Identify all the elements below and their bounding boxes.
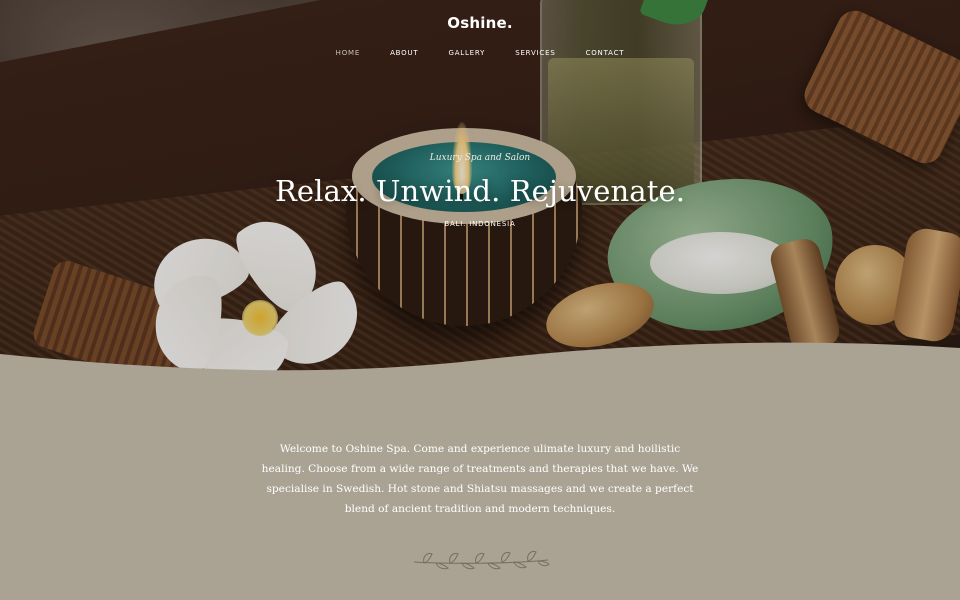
- wave-divider: [0, 342, 960, 390]
- nav-item-about[interactable]: About: [388, 48, 420, 58]
- main-nav: Home About Gallery Services Contact: [0, 48, 960, 58]
- nav-item-gallery[interactable]: Gallery: [446, 48, 487, 58]
- intro-paragraph: Welcome to Oshine Spa. Come and experien…: [261, 442, 699, 515]
- hero-section: Oshine. Home About Gallery Services Cont…: [0, 0, 960, 380]
- hero-tagline: Luxury Spa and Salon: [429, 153, 531, 163]
- nav-item-services[interactable]: Services: [513, 48, 557, 58]
- hero-title: Relax. Unwind. Rejuvenate.: [274, 174, 686, 208]
- nav-item-contact[interactable]: Contact: [584, 48, 627, 58]
- hero-location: Bali. Indonesia: [444, 220, 516, 228]
- leaf-branch-icon: [413, 551, 550, 570]
- nav-item-home[interactable]: Home: [334, 48, 362, 58]
- site-logo[interactable]: Oshine.: [0, 14, 960, 32]
